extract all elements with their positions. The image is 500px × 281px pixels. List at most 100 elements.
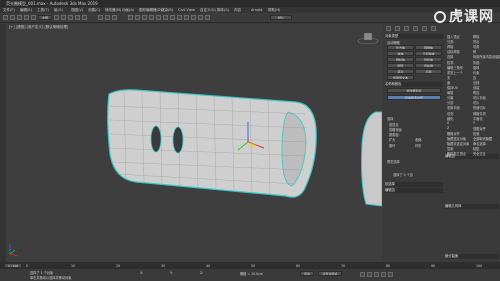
name-color-header[interactable]: 名称和颜色: [385, 82, 443, 87]
object-button[interactable]: 圆锥体: [415, 45, 442, 50]
panel-tab-icon[interactable]: [422, 26, 427, 31]
next-frame-icon[interactable]: [381, 272, 386, 277]
main-toolbar: 全部 默认: [0, 13, 500, 23]
bind-icon[interactable]: [31, 15, 36, 20]
x-coord-label: X:: [140, 271, 144, 275]
layer-icon[interactable]: [163, 15, 168, 20]
object-button[interactable]: 长方体: [387, 45, 414, 50]
z-coord-label: Z:: [200, 271, 204, 275]
edit-option[interactable]: Y: [473, 121, 475, 125]
view-cube[interactable]: [357, 32, 379, 45]
rotate-icon[interactable]: [82, 15, 87, 20]
workspace-dropdown[interactable]: 默认: [270, 15, 292, 20]
selection-filter-dropdown[interactable]: 全部: [38, 15, 52, 20]
panel-tab-icon[interactable]: [404, 26, 409, 31]
grid-size: 栅格 = 10.0cm: [240, 272, 264, 276]
panel-tab-icon[interactable]: [395, 26, 400, 31]
y-coord-label: Y:: [170, 271, 173, 275]
status-bar: 选择了 1 个对象 单击并拖动以选择并移动对象 X: Y: Z: 栅格 = 10.0cm 自…: [0, 269, 500, 281]
redo-icon[interactable]: [10, 15, 15, 20]
object-type-header[interactable]: 对象类型: [385, 34, 443, 39]
edit-option[interactable]: X: [447, 121, 449, 125]
selection-option[interactable]: 收缩: [415, 137, 421, 142]
selection-option[interactable]: 循环: [389, 143, 395, 148]
menu-item[interactable]: Civil View: [178, 8, 195, 12]
modifier-list-dropdown[interactable]: 修改器列表: [387, 88, 441, 93]
right-col-header[interactable]: 细分曲面: [445, 254, 499, 259]
panel-tab-icon[interactable]: [413, 26, 418, 31]
schematic-icon[interactable]: [177, 15, 182, 20]
timeline-tick: 100: [476, 263, 483, 268]
watermark-logo-icon: [434, 11, 446, 23]
preview-selection-label: 预览选择: [387, 160, 400, 164]
render-setup-icon[interactable]: [191, 15, 196, 20]
slot-hole-2: [172, 126, 184, 154]
move-icon[interactable]: [75, 15, 80, 20]
timeline[interactable]: 0 / 100 0 10 20 30 40 50 60 70 80 90 100: [0, 262, 500, 269]
panel-tab-icon[interactable]: [431, 26, 436, 31]
scale-icon[interactable]: [98, 15, 103, 20]
timeline-tick: 60: [296, 263, 301, 268]
select-region-icon[interactable]: [61, 15, 66, 20]
edit-option[interactable]: Z: [447, 126, 449, 130]
select-icon[interactable]: [54, 15, 59, 20]
material-editor-icon[interactable]: [184, 15, 189, 20]
modifier-stack-item[interactable]: 可编辑多边形: [387, 95, 441, 100]
pivot-icon[interactable]: [112, 15, 117, 20]
time-slider[interactable]: 0 / 100: [4, 263, 22, 268]
object-button[interactable]: 四棱锥: [415, 63, 442, 68]
render-icon[interactable]: [205, 15, 210, 20]
window-crossing-icon[interactable]: [68, 15, 73, 20]
auto-key-button[interactable]: 自动: [300, 271, 314, 276]
selection-header[interactable]: 选择: [387, 116, 393, 121]
play-icon[interactable]: [374, 272, 379, 277]
play-end-icon[interactable]: [388, 272, 393, 277]
watermark-text: 虎课网: [449, 9, 494, 25]
link-icon[interactable]: [17, 15, 22, 20]
timeline-tick: 70: [341, 263, 346, 268]
menu-item[interactable]: Arnold: [251, 8, 262, 12]
object-button[interactable]: 球体: [387, 51, 414, 56]
second-object[interactable]: [361, 111, 383, 207]
timeline-tick: 50: [251, 263, 256, 268]
timeline-tick: 40: [206, 263, 211, 268]
object-button[interactable]: 加强型文本: [387, 75, 414, 80]
edit-option[interactable]: 删除孤立顶点: [447, 151, 466, 156]
timeline-tick: 30: [161, 263, 166, 268]
snap-icon[interactable]: [128, 15, 133, 20]
object-button[interactable]: 圆环: [387, 63, 414, 68]
percent-snap-icon[interactable]: [142, 15, 147, 20]
ref-coord-icon[interactable]: [105, 15, 110, 20]
viewport-label[interactable]: [+] [透视] [用户定义] [默认明暗处理]: [9, 25, 68, 30]
right-col-header[interactable]: 编辑几何体: [445, 204, 499, 209]
timeline-tick: 90: [431, 263, 436, 268]
render-frame-icon[interactable]: [198, 15, 203, 20]
set-key-button[interactable]: 设置关键点: [318, 271, 342, 276]
viewport-canvas: [9, 32, 383, 257]
object-button[interactable]: 几何球体: [415, 51, 442, 56]
object-button[interactable]: 平面: [415, 69, 442, 74]
unlink-icon[interactable]: [24, 15, 29, 20]
play-start-icon[interactable]: [360, 272, 365, 277]
axis-tripod: [9, 244, 19, 257]
command-panel: 对象类型 自动栅格 长方体 圆锥体 球体 几何球体 圆柱体 管状体 圆环 四棱锥 茶壶 平面 加强型文本…: [383, 24, 500, 262]
mirror-icon[interactable]: [149, 15, 154, 20]
object-button[interactable]: 茶壶: [387, 69, 414, 74]
undo-icon[interactable]: [3, 15, 8, 20]
edit-option[interactable]: 完全交互: [473, 151, 486, 156]
slot-hole-1: [150, 125, 162, 153]
selection-option[interactable]: 扩大: [389, 137, 395, 142]
panel-tab-icon[interactable]: [386, 26, 391, 31]
edit-edges-header[interactable]: 编辑边: [385, 188, 443, 193]
align-icon[interactable]: [156, 15, 161, 20]
timeline-tick: 20: [116, 263, 121, 268]
selection-option[interactable]: 环形: [415, 143, 421, 148]
angle-snap-icon[interactable]: [135, 15, 140, 20]
soft-selection-header[interactable]: 软选择: [385, 182, 443, 187]
prev-frame-icon[interactable]: [367, 272, 372, 277]
curve-editor-icon[interactable]: [170, 15, 175, 20]
object-button[interactable]: 管状体: [415, 57, 442, 62]
timeline-tick: 10: [71, 263, 76, 268]
perspective-viewport[interactable]: [6, 24, 383, 262]
object-button[interactable]: 圆柱体: [387, 57, 414, 62]
